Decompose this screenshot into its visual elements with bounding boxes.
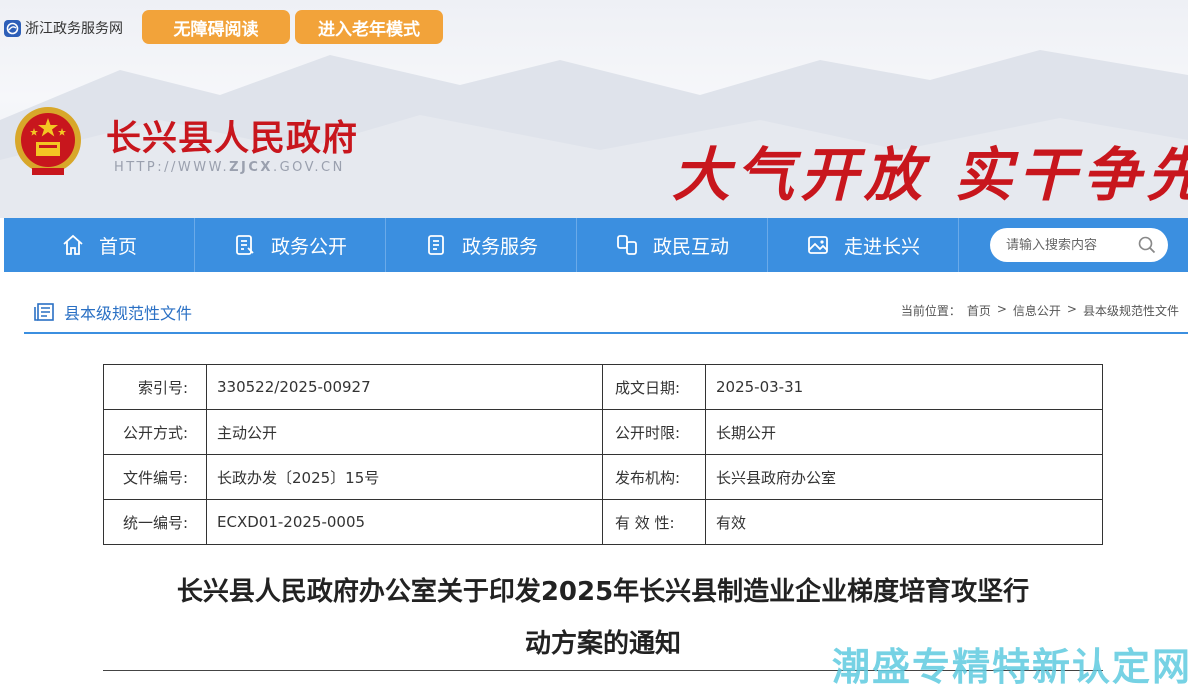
document-icon bbox=[236, 235, 254, 255]
search-input[interactable] bbox=[1006, 237, 1132, 253]
site-name[interactable]: 长兴县人民政府 bbox=[106, 110, 358, 161]
nav-item-gov-open[interactable]: 政务公开 bbox=[195, 218, 386, 272]
picture-icon bbox=[808, 236, 828, 254]
file-list-icon bbox=[428, 235, 444, 255]
site-url-suffix: .GOV.CN bbox=[272, 160, 345, 175]
nav-label: 政务服务 bbox=[461, 235, 538, 258]
breadcrumb-sep: > bbox=[996, 302, 1007, 316]
breadcrumb-label: 当前位置： bbox=[900, 304, 961, 318]
site-url-bold: ZJCX bbox=[229, 160, 273, 175]
table-row: 公开方式: 主动公开 公开时限: 长期公开 bbox=[103, 409, 1103, 455]
elder-mode-button[interactable]: 进入老年模式 bbox=[295, 10, 443, 44]
table-row: 索引号: 330522/2025-00927 成文日期: 2025-03-31 bbox=[103, 364, 1103, 410]
document-meta-table: 索引号: 330522/2025-00927 成文日期: 2025-03-31 … bbox=[103, 364, 1103, 545]
watermark-text: 潮盛专精特新认定网 bbox=[832, 645, 1188, 686]
section-header: 县本级规范性文件 当前位置： 首页 > 信息公开 > 县本级规范性文件 bbox=[24, 292, 1188, 334]
nav-label: 政民互动 bbox=[652, 235, 729, 258]
interaction-icon bbox=[617, 235, 637, 255]
meta-value: 330522/2025-00927 bbox=[206, 364, 603, 410]
meta-key: 成文日期: bbox=[602, 364, 706, 410]
meta-key: 统一编号: bbox=[103, 499, 207, 545]
home-icon bbox=[63, 234, 83, 255]
search-icon[interactable] bbox=[1138, 236, 1156, 254]
nav-item-gov-service[interactable]: 政务服务 bbox=[386, 218, 577, 272]
zhejiang-logo-icon bbox=[4, 19, 21, 37]
meta-value: 长期公开 bbox=[705, 409, 1103, 455]
site-url-prefix: HTTP://WWW. bbox=[114, 160, 230, 175]
zhejiang-service-link[interactable]: 浙江政务服务网 bbox=[4, 18, 123, 38]
meta-value: 长兴县政府办公室 bbox=[705, 454, 1103, 500]
site-url: HTTP://WWW.ZJCX.GOV.CN bbox=[114, 160, 345, 175]
meta-key: 索引号: bbox=[103, 364, 207, 410]
meta-key: 公开时限: bbox=[602, 409, 706, 455]
site-slogan: 大气开放 实干争先 bbox=[672, 141, 1188, 209]
nav-label: 政务公开 bbox=[270, 235, 347, 258]
breadcrumb-sep: > bbox=[1066, 302, 1077, 316]
section-title: 县本级规范性文件 bbox=[34, 300, 192, 324]
newspaper-icon bbox=[34, 303, 54, 321]
breadcrumb: 当前位置： 首页 > 信息公开 > 县本级规范性文件 bbox=[898, 302, 1182, 319]
document-title-line1: 长兴县人民政府办公室关于印发2025年长兴县制造业企业梯度培育攻坚行 bbox=[176, 577, 1030, 607]
meta-value: 有效 bbox=[705, 499, 1103, 545]
meta-key: 发布机构: bbox=[602, 454, 706, 500]
zhejiang-service-label: 浙江政务服务网 bbox=[25, 21, 123, 37]
meta-value: 2025-03-31 bbox=[705, 364, 1103, 410]
nav-label: 走进长兴 bbox=[843, 235, 920, 258]
meta-value: ECXD01-2025-0005 bbox=[206, 499, 603, 545]
accessible-reading-button[interactable]: 无障碍阅读 bbox=[142, 10, 290, 44]
nav-item-about[interactable]: 走进长兴 bbox=[768, 218, 959, 272]
nav-item-home[interactable]: 首页 bbox=[4, 218, 195, 272]
section-title-label: 县本级规范性文件 bbox=[64, 304, 193, 323]
main-nav: 首页 政务公开 政务服务 政民互动 走进长兴 bbox=[4, 218, 1188, 272]
site-header: 浙江政务服务网 无障碍阅读 进入老年模式 长兴县人民政府 HTTP://WWW.… bbox=[0, 0, 1188, 218]
table-row: 文件编号: 长政办发〔2025〕15号 发布机构: 长兴县政府办公室 bbox=[103, 454, 1103, 500]
nav-label: 首页 bbox=[98, 235, 137, 258]
meta-key: 文件编号: bbox=[103, 454, 207, 500]
meta-key: 公开方式: bbox=[103, 409, 207, 455]
breadcrumb-current[interactable]: 县本级规范性文件 bbox=[1083, 302, 1179, 319]
meta-value: 长政办发〔2025〕15号 bbox=[206, 454, 603, 500]
table-row: 统一编号: ECXD01-2025-0005 有 效 性: 有效 bbox=[103, 499, 1103, 545]
search-box bbox=[990, 228, 1168, 262]
breadcrumb-info-open[interactable]: 信息公开 bbox=[1013, 302, 1061, 319]
meta-value: 主动公开 bbox=[206, 409, 603, 455]
breadcrumb-home[interactable]: 首页 bbox=[967, 302, 991, 319]
national-emblem-icon bbox=[15, 107, 81, 175]
meta-key: 有 效 性: bbox=[602, 499, 706, 545]
nav-item-interaction[interactable]: 政民互动 bbox=[577, 218, 768, 272]
